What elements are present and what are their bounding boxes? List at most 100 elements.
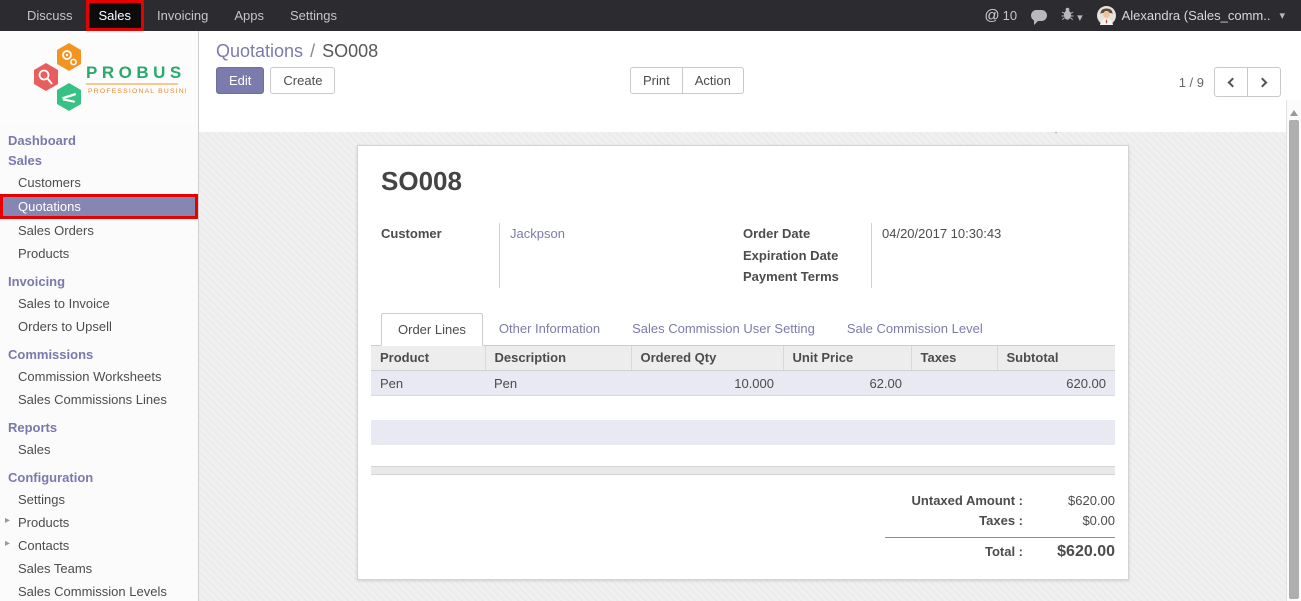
sidebar-heading-dashboard[interactable]: Dashboard xyxy=(0,124,198,151)
column-ordered-qty[interactable]: Ordered Qty xyxy=(631,346,783,371)
sidebar-item-orders-to-upsell[interactable]: Orders to Upsell xyxy=(0,315,198,338)
column-description[interactable]: Description xyxy=(485,346,631,371)
pager-count: 1 / 9 xyxy=(1179,75,1204,90)
sidebar-heading-sales[interactable]: Sales xyxy=(0,151,198,171)
sidebar-item-config-contacts[interactable]: Contacts xyxy=(0,534,198,557)
scrollbar-thumb[interactable] xyxy=(1289,120,1299,599)
empty-list-row[interactable] xyxy=(371,420,1115,445)
column-unit-price[interactable]: Unit Price xyxy=(783,346,911,371)
totals-block: Untaxed Amount : $620.00 Taxes : $0.00 T… xyxy=(885,491,1115,562)
cell-subtotal[interactable]: 620.00 xyxy=(997,371,1115,396)
print-dropdown-button[interactable]: Print xyxy=(630,67,683,94)
totals-divider xyxy=(885,537,1115,538)
nav-sales[interactable]: Sales xyxy=(86,0,145,31)
tab-other-information[interactable]: Other Information xyxy=(483,313,616,346)
sidebar-heading-invoicing[interactable]: Invoicing xyxy=(0,265,198,292)
sidebar-item-reports-sales[interactable]: Sales xyxy=(0,438,198,461)
table-header-row: Product Description Ordered Qty Unit Pri… xyxy=(371,346,1115,371)
quotation-form-sheet: SO008 Customer Jackpson Order Date Expir… xyxy=(357,145,1129,580)
mentions-count: 10 xyxy=(1003,8,1017,23)
logo-brand-text: PROBUSE xyxy=(86,63,186,82)
breadcrumb-current: SO008 xyxy=(322,41,378,61)
untaxed-amount-label: Untaxed Amount : xyxy=(885,491,1037,511)
top-menus: Discuss Sales Invoicing Apps Settings xyxy=(0,0,350,31)
topbar-right: @ 10 Alexandra (Sales_comm.. xyxy=(984,6,1301,25)
user-menu[interactable]: Alexandra (Sales_comm.. xyxy=(1097,6,1285,25)
breadcrumb-separator: / xyxy=(308,41,317,61)
top-navbar: Discuss Sales Invoicing Apps Settings @ … xyxy=(0,0,1301,31)
column-taxes[interactable]: Taxes xyxy=(911,346,997,371)
document-title: SO008 xyxy=(381,166,1115,197)
tab-order-lines[interactable]: Order Lines xyxy=(381,313,483,346)
logo-hexagon-gear xyxy=(57,43,81,71)
tab-sales-commission-user-setting[interactable]: Sales Commission User Setting xyxy=(616,313,831,346)
expiration-date-value xyxy=(882,245,1105,267)
sidebar-item-sales-to-invoice[interactable]: Sales to Invoice xyxy=(0,292,198,315)
cell-ordered-qty[interactable]: 10.000 xyxy=(631,371,783,396)
mentions-button[interactable]: @ 10 xyxy=(984,7,1017,24)
untaxed-amount-value: $620.00 xyxy=(1037,491,1115,511)
logo-hexagon-search xyxy=(34,63,58,91)
payment-terms-label: Payment Terms xyxy=(743,266,871,288)
section-separator xyxy=(371,466,1115,475)
total-label: Total : xyxy=(885,542,1037,562)
nav-discuss[interactable]: Discuss xyxy=(14,0,86,31)
cell-product[interactable]: Pen xyxy=(371,371,485,396)
sidebar-item-sales-commissions-lines[interactable]: Sales Commissions Lines xyxy=(0,388,198,411)
customer-label: Customer xyxy=(381,223,499,245)
order-date-value: 04/20/2017 10:30:43 xyxy=(882,223,1105,245)
chevron-right-icon xyxy=(1258,77,1268,87)
application-window: Discuss Sales Invoicing Apps Settings @ … xyxy=(0,0,1301,601)
sidebar-heading-commissions[interactable]: Commissions xyxy=(0,338,198,365)
table-row[interactable]: Pen Pen 10.000 62.00 620.00 xyxy=(371,371,1115,396)
action-dropdown-button[interactable]: Action xyxy=(682,67,744,94)
avatar xyxy=(1097,6,1116,25)
tab-sale-commission-level[interactable]: Sale Commission Level xyxy=(831,313,999,346)
edit-button[interactable]: Edit xyxy=(216,67,264,94)
sidebar-item-sales-commission-levels[interactable]: Sales Commission Levels xyxy=(0,580,198,601)
sidebar-item-sales-orders[interactable]: Sales Orders xyxy=(0,219,198,242)
order-lines-table: Product Description Ordered Qty Unit Pri… xyxy=(371,346,1115,397)
vertical-scrollbar[interactable] xyxy=(1286,100,1301,601)
control-panel: Quotations / SO008 Edit Create Print Act… xyxy=(199,31,1301,132)
pager: 1 / 9 xyxy=(1179,67,1281,97)
breadcrumb-quotations[interactable]: Quotations xyxy=(216,41,303,61)
expiration-date-label: Expiration Date xyxy=(743,245,871,267)
scrollbar-up-arrow[interactable] xyxy=(1290,106,1298,116)
sidebar-item-customers[interactable]: Customers xyxy=(0,171,198,194)
taxes-value: $0.00 xyxy=(1037,511,1115,531)
sidebar-item-config-products[interactable]: Products xyxy=(0,511,198,534)
logo-tagline: PROFESSIONAL BUSINESS xyxy=(88,88,186,95)
sidebar-item-sales-teams[interactable]: Sales Teams xyxy=(0,557,198,580)
pager-previous-button[interactable] xyxy=(1214,67,1248,97)
customer-value[interactable]: Jackpson xyxy=(510,223,743,245)
cell-description[interactable]: Pen xyxy=(485,371,631,396)
sidebar-heading-configuration[interactable]: Configuration xyxy=(0,461,198,488)
nav-apps[interactable]: Apps xyxy=(221,0,277,31)
company-logo[interactable]: PROBUSE PROFESSIONAL BUSINESS xyxy=(0,31,198,124)
sidebar-heading-reports[interactable]: Reports xyxy=(0,411,198,438)
nav-settings[interactable]: Settings xyxy=(277,0,350,31)
notebook-tabs: Order Lines Other Information Sales Comm… xyxy=(371,312,1115,346)
sidebar: PROBUSE PROFESSIONAL BUSINESS Dashboard … xyxy=(0,31,199,601)
order-date-label: Order Date xyxy=(743,223,871,245)
chat-icon[interactable] xyxy=(1031,10,1047,21)
sidebar-item-quotations[interactable]: Quotations xyxy=(0,194,198,219)
content-area: SO008 Customer Jackpson Order Date Expir… xyxy=(199,132,1301,601)
sidebar-item-commission-worksheets[interactable]: Commission Worksheets xyxy=(0,365,198,388)
create-button[interactable]: Create xyxy=(270,67,335,94)
column-product[interactable]: Product xyxy=(371,346,485,371)
nav-invoicing[interactable]: Invoicing xyxy=(144,0,221,31)
total-value: $620.00 xyxy=(1037,542,1115,562)
user-name: Alexandra (Sales_comm.. xyxy=(1122,8,1271,23)
at-icon: @ xyxy=(984,7,999,24)
cell-taxes[interactable] xyxy=(911,371,997,396)
cell-unit-price[interactable]: 62.00 xyxy=(783,371,911,396)
pager-next-button[interactable] xyxy=(1247,67,1281,97)
sidebar-item-products[interactable]: Products xyxy=(0,242,198,265)
bug-menu[interactable] xyxy=(1061,7,1083,24)
sidebar-item-settings[interactable]: Settings xyxy=(0,488,198,511)
column-subtotal[interactable]: Subtotal xyxy=(997,346,1115,371)
chevron-left-icon xyxy=(1228,77,1238,87)
bug-icon xyxy=(1061,7,1074,21)
